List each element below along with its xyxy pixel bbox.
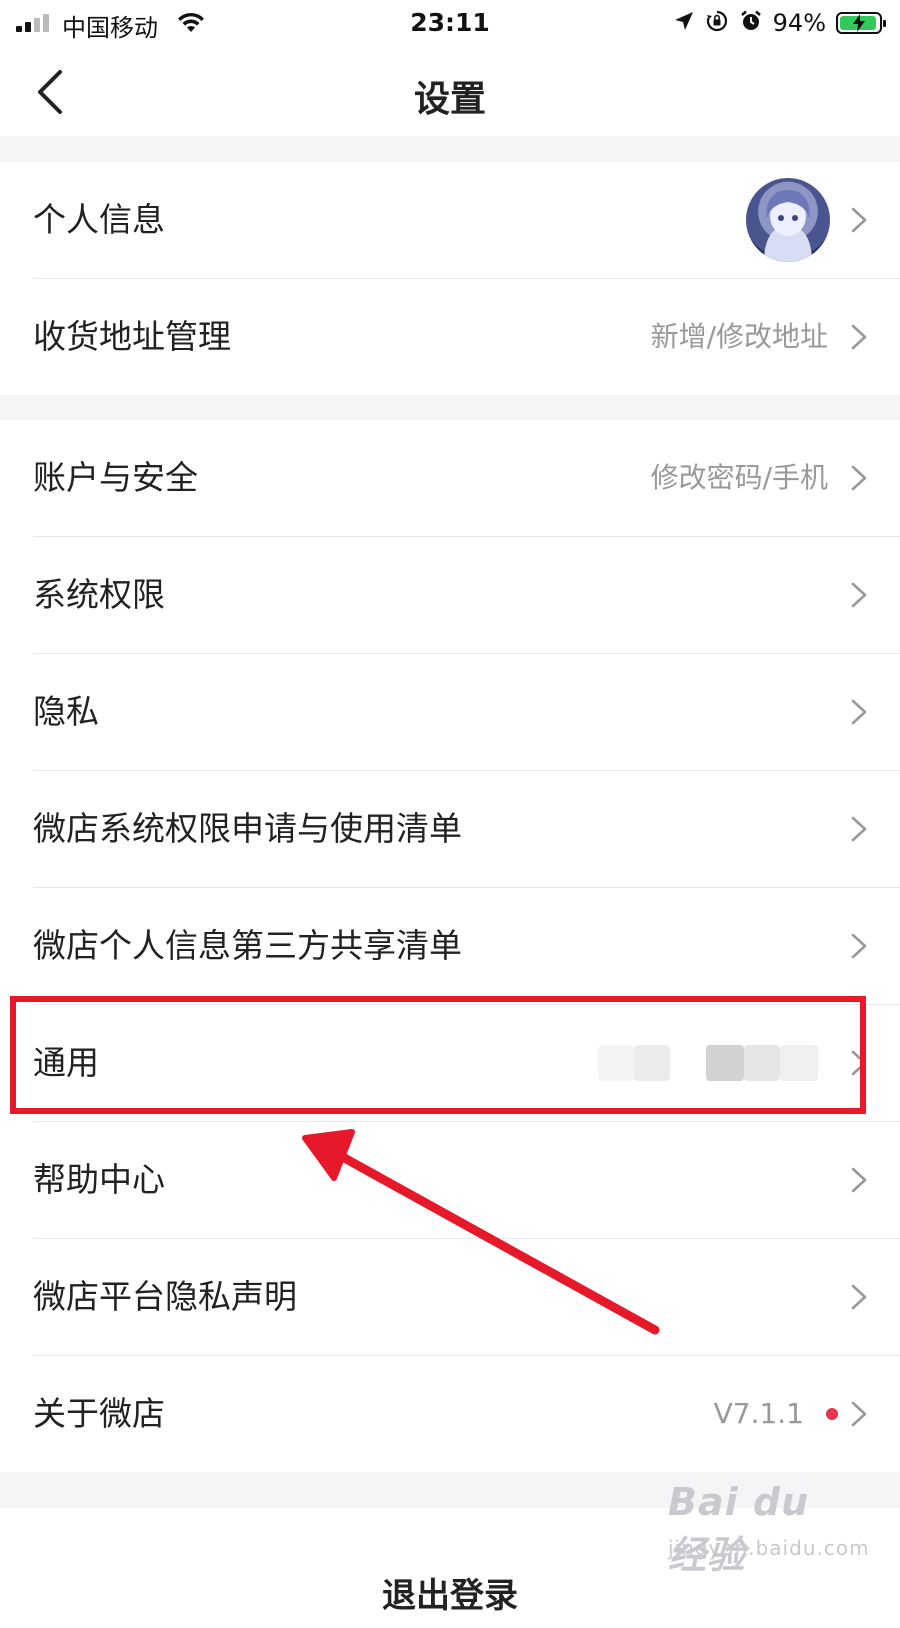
status-icons: 94%: [673, 8, 886, 38]
chevron-right-icon: [851, 1167, 867, 1193]
chevron-right-icon: [851, 207, 867, 233]
settings-item-label: 微店个人信息第三方共享清单: [33, 926, 462, 965]
settings-group-main: 账户与安全 修改密码/手机 系统权限 隐私 微店系统权限申请与使用清单 微店个人…: [0, 420, 900, 1472]
settings-item-label: 帮助中心: [33, 1160, 165, 1199]
chevron-right-icon: [851, 324, 867, 350]
page-title: 设置: [413, 79, 486, 120]
chevron-right-icon: [851, 933, 867, 959]
settings-item-system-permissions[interactable]: 系统权限: [33, 537, 900, 654]
settings-item-label: 关于微店: [33, 1394, 165, 1433]
settings-item-about[interactable]: 关于微店 V7.1.1: [33, 1356, 900, 1472]
settings-item-privacy[interactable]: 隐私: [33, 654, 900, 771]
settings-item-value: 修改密码/手机: [650, 461, 828, 494]
chevron-right-icon: [851, 699, 867, 725]
settings-item-label: 账户与安全: [33, 458, 198, 497]
avatar: [746, 178, 830, 262]
battery-percent: 94%: [772, 9, 826, 37]
settings-item-label: 个人信息: [33, 200, 165, 239]
navigation-bar: 设置: [0, 46, 900, 136]
settings-item-address-management[interactable]: 收货地址管理 新增/修改地址: [33, 279, 900, 395]
update-badge-dot: [826, 1408, 838, 1420]
chevron-right-icon: [851, 1050, 867, 1076]
blurred-value: [598, 1045, 828, 1081]
settings-item-label: 通用: [33, 1043, 99, 1082]
battery-charging-icon: [836, 12, 886, 34]
settings-group-profile: 个人信息 收货地址管理 新增/修改地址: [0, 162, 900, 395]
settings-item-third-party-sharing[interactable]: 微店个人信息第三方共享清单: [33, 888, 900, 1005]
settings-item-general[interactable]: 通用: [33, 1005, 900, 1122]
settings-item-help-center[interactable]: 帮助中心: [33, 1122, 900, 1239]
chevron-right-icon: [851, 465, 867, 491]
chevron-right-icon: [851, 1401, 867, 1427]
logout-button[interactable]: 退出登录: [0, 1508, 900, 1628]
settings-item-privacy-statement[interactable]: 微店平台隐私声明: [33, 1239, 900, 1356]
location-icon: [673, 10, 695, 36]
chevron-right-icon: [851, 582, 867, 608]
logout-label: 退出登录: [382, 1576, 518, 1616]
settings-item-label: 微店系统权限申请与使用清单: [33, 809, 462, 848]
settings-item-value: 新增/修改地址: [650, 320, 828, 353]
settings-item-personal-info[interactable]: 个人信息: [33, 162, 900, 279]
chevron-right-icon: [851, 1284, 867, 1310]
settings-item-label: 微店平台隐私声明: [33, 1277, 297, 1316]
status-bar: 中国移动 23:11 94%: [0, 0, 900, 46]
settings-item-account-security[interactable]: 账户与安全 修改密码/手机: [33, 420, 900, 537]
settings-item-label: 收货地址管理: [33, 317, 231, 356]
alarm-icon: [739, 9, 763, 37]
orientation-lock-icon: [705, 9, 729, 37]
version-value: V7.1.1: [713, 1397, 804, 1430]
settings-item-label: 系统权限: [33, 575, 165, 614]
settings-item-label: 隐私: [33, 692, 99, 731]
chevron-right-icon: [851, 816, 867, 842]
settings-item-permission-list[interactable]: 微店系统权限申请与使用清单: [33, 771, 900, 888]
